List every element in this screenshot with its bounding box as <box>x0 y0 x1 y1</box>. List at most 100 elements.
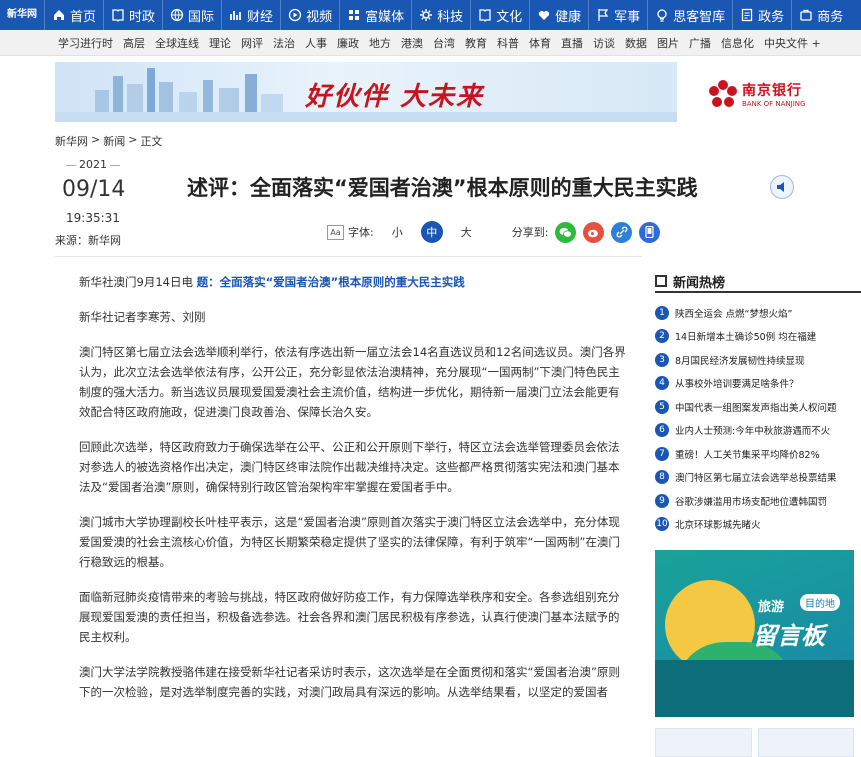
rank-badge: 2 <box>655 329 669 344</box>
rank-badge: 7 <box>655 446 669 461</box>
hot-news-link[interactable]: 北京环球影城先睹火 <box>675 517 761 531</box>
nav-item-label: 军事 <box>614 9 641 25</box>
subnav-item[interactable]: 中央文件 + <box>764 35 821 51</box>
subnav-item[interactable]: 访谈 <box>593 35 615 51</box>
subnav-item[interactable]: 廉政 <box>337 35 359 51</box>
ad-thumbnail[interactable] <box>757 728 854 757</box>
hot-news-item[interactable]: 6 业内人士预测:今年中秋旅游遇而不火 <box>655 419 861 443</box>
subnav-item[interactable]: 港澳 <box>401 35 423 51</box>
subnav-item[interactable]: 图片 <box>657 35 679 51</box>
subnav-item[interactable]: 信息化 <box>721 35 754 51</box>
hot-news-item[interactable]: 5 中国代表一组图案发声指出美人权问题 <box>655 395 861 419</box>
play-icon <box>288 8 302 22</box>
hot-news-item[interactable]: 3 8月国民经济发展韧性持续显现 <box>655 348 861 372</box>
travel-ad[interactable]: 旅游 目的地 留言板 <box>655 550 854 717</box>
hot-news-link[interactable]: 8月国民经济发展韧性持续显现 <box>675 353 805 367</box>
nav-item[interactable]: 文化 <box>470 0 529 30</box>
hot-news-link[interactable]: 从事校外培训要满足啥条件？ <box>675 376 799 390</box>
hot-news-link[interactable]: 澳门特区第七届立法会选举总投票结果 <box>675 470 837 484</box>
article-paragraph: 面临新冠肺炎疫情带来的考验与挑战，特区政府做好防疫工作，有力保障选举秩序和安全。… <box>79 590 620 644</box>
article-source: 来源：新华网 <box>55 234 121 247</box>
ad-thumbnail[interactable] <box>655 728 752 757</box>
subnav-item[interactable]: 科普 <box>497 35 519 51</box>
subnav-item[interactable]: 人事 <box>305 35 327 51</box>
nav-item[interactable]: 国际 <box>162 0 221 30</box>
subnav-item[interactable]: 台湾 <box>433 35 455 51</box>
nav-item[interactable]: 富媒体 <box>339 0 411 30</box>
hot-news-item[interactable]: 10 北京环球影城先睹火 <box>655 513 861 537</box>
hot-news-link[interactable]: 谷歌涉嫌滥用市场支配地位遭韩国罚 <box>675 494 827 508</box>
subnav-item[interactable]: 网评 <box>241 35 263 51</box>
font-size-icon: Aa <box>327 224 344 240</box>
nav-item[interactable]: 时政 <box>103 0 162 30</box>
top-nav: 新华网 首页 时政 国际 财经 视频 富媒体 科技 文化 健康 军事 思客智库 政务 商务 <box>0 0 861 30</box>
breadcrumb-home[interactable]: 新华网 <box>55 133 88 149</box>
subnav-item[interactable]: 体育 <box>529 35 551 51</box>
nav-item[interactable]: 视频 <box>280 0 339 30</box>
dateline: 新华社澳门9月14日电 <box>79 275 197 289</box>
hot-news-link[interactable]: 重磅！人工关节集采平均降价82% <box>675 447 820 461</box>
nav-item[interactable]: 政务 <box>732 0 791 30</box>
ad-ground-shape <box>655 660 854 717</box>
nav-item[interactable]: 健康 <box>529 0 588 30</box>
speaker-icon[interactable] <box>770 175 794 199</box>
subnav-item[interactable]: 法治 <box>273 35 295 51</box>
subnav-item[interactable]: 理论 <box>209 35 231 51</box>
mobile-share-icon[interactable] <box>639 221 661 243</box>
hot-news-item[interactable]: 1 陕西全运会 点燃“梦想火焰” <box>655 301 861 325</box>
nav-item-label: 思客智库 <box>673 9 726 25</box>
nav-item[interactable]: 军事 <box>588 0 647 30</box>
nav-item-label: 财经 <box>247 9 274 25</box>
ad-banner[interactable]: 好伙伴 大未来 <box>55 62 677 122</box>
nav-item-label: 科技 <box>437 9 464 25</box>
article-paragraph: 澳门大学法学院教授骆伟建在接受新华社记者采访时表示，这次选举是在全面贯彻和落实“… <box>79 665 620 699</box>
hot-news-link[interactable]: 14日新增本土确诊50例 均在福建 <box>675 329 816 343</box>
subnav-item[interactable]: 教育 <box>465 35 487 51</box>
bank-name-en: BANK OF NANJING <box>742 100 806 108</box>
breadcrumb-separator: > <box>128 133 138 146</box>
subnav-item[interactable]: 高层 <box>123 35 145 51</box>
nav-item-label: 政务 <box>758 9 785 25</box>
subnav-item[interactable]: 直播 <box>561 35 583 51</box>
hot-news-link[interactable]: 中国代表一组图案发声指出美人权问题 <box>675 400 837 414</box>
font-medium-button[interactable]: 中 <box>420 221 443 243</box>
rank-badge: 3 <box>655 352 669 367</box>
rank-badge: 8 <box>655 470 669 485</box>
subnav-item[interactable]: 数据 <box>625 35 647 51</box>
breadcrumb-news[interactable]: 新闻 <box>103 133 125 149</box>
hot-news-item[interactable]: 4 从事校外培训要满足啥条件？ <box>655 372 861 396</box>
rank-badge: 9 <box>655 493 669 508</box>
subnav-item[interactable]: 学习进行时 <box>58 35 113 51</box>
globe-icon <box>170 8 184 22</box>
site-logo[interactable]: 新华网 <box>0 0 44 30</box>
font-small-button[interactable]: 小 <box>392 224 403 240</box>
font-large-button[interactable]: 大 <box>461 224 472 240</box>
hot-news-link[interactable]: 陕西全运会 点燃“梦想火焰” <box>675 306 792 320</box>
hot-news-item[interactable]: 7 重磅！人工关节集采平均降价82% <box>655 442 861 466</box>
hot-news-item[interactable]: 2 14日新增本土确诊50例 均在福建 <box>655 325 861 349</box>
link-share-icon[interactable] <box>611 221 633 243</box>
share-label: 分享到: <box>511 226 549 239</box>
weibo-share-icon[interactable] <box>583 221 605 243</box>
nav-item-label: 富媒体 <box>365 9 405 25</box>
article-paragraph: 回顾此次选举，特区政府致力于确保选举在公平、公正和公开原则下举行，特区立法会选举… <box>79 440 620 494</box>
home-icon <box>52 8 66 22</box>
article-subtitle: 题：全面落实“爱国者治澳”根本原则的重大民主实践 <box>196 275 465 289</box>
nav-item[interactable]: 科技 <box>411 0 470 30</box>
subnav-item[interactable]: 全球连线 <box>155 35 199 51</box>
nav-item[interactable]: 思客智库 <box>647 0 732 30</box>
publish-time: 19:35:31 <box>66 211 120 225</box>
hot-news-link[interactable]: 业内人士预测:今年中秋旅游遇而不火 <box>675 423 830 437</box>
nav-item[interactable]: 商务 <box>791 0 850 30</box>
hot-news-item[interactable]: 9 谷歌涉嫌滥用市场支配地位遭韩国罚 <box>655 489 861 513</box>
hot-news-item[interactable]: 8 澳门特区第七届立法会选举总投票结果 <box>655 466 861 490</box>
breadcrumb-separator: > <box>91 133 101 146</box>
wechat-share-icon[interactable] <box>555 221 577 243</box>
subnav-item[interactable]: 广播 <box>689 35 711 51</box>
hot-news-panel: 新闻热榜 1 陕西全运会 点燃“梦想火焰” 2 14日新增本土确诊50例 均在福建 3 8… <box>655 275 861 536</box>
ad-thumbnails <box>655 728 854 757</box>
nav-item[interactable]: 财经 <box>221 0 280 30</box>
bank-logo[interactable]: 南京银行 BANK OF NANJING <box>708 74 818 114</box>
subnav-item[interactable]: 地方 <box>369 35 391 51</box>
nav-item[interactable]: 首页 <box>44 0 103 30</box>
